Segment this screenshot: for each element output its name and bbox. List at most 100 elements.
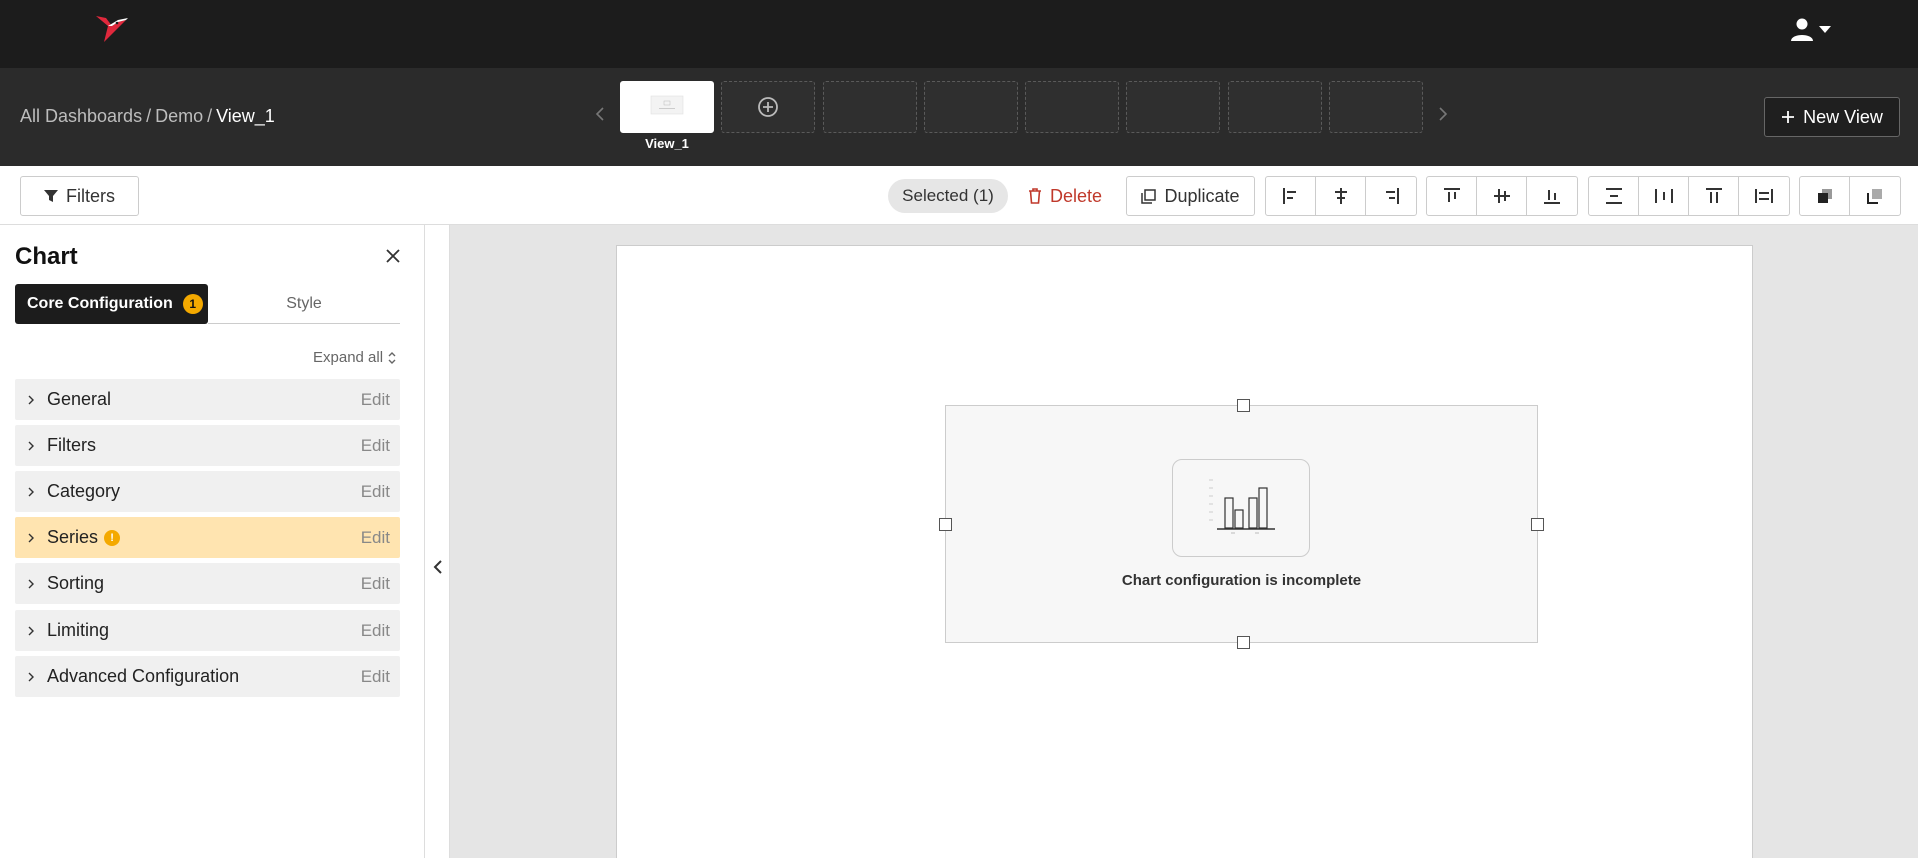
warning-icon: ! [104, 529, 121, 546]
bring-to-front-button[interactable] [1800, 177, 1850, 215]
chevron-right-icon [15, 578, 47, 590]
section-label: Sorting [47, 573, 105, 593]
section-edit-link[interactable]: Edit [361, 436, 390, 456]
section-advanced-configuration[interactable]: Advanced Configuration Edit [15, 656, 400, 697]
user-menu[interactable] [1790, 16, 1838, 42]
align-center-horizontal-button[interactable] [1316, 177, 1366, 215]
section-edit-link[interactable]: Edit [361, 390, 390, 410]
section-sorting[interactable]: Sorting Edit [15, 563, 400, 604]
section-label: Limiting [47, 620, 110, 640]
section-label: Series [47, 527, 99, 547]
duplicate-button[interactable]: Duplicate [1126, 176, 1255, 216]
chevron-up-down-icon [388, 351, 396, 364]
empty-view-slot[interactable] [1228, 81, 1322, 133]
view-preview-image [650, 95, 684, 115]
resize-handle-top[interactable] [1237, 399, 1250, 412]
close-panel-button[interactable] [382, 245, 404, 267]
section-category[interactable]: Category Edit [15, 471, 400, 512]
distribute-vertical-icon [1605, 188, 1622, 204]
close-icon [386, 249, 400, 263]
section-filters[interactable]: Filters Edit [15, 425, 400, 466]
align-right-button[interactable] [1366, 177, 1416, 215]
view-thumbnail-label: View_1 [645, 136, 689, 151]
plus-icon [1782, 111, 1795, 123]
resize-handle-left[interactable] [939, 518, 952, 531]
align-top-icon [1443, 188, 1460, 202]
section-limiting[interactable]: Limiting Edit [15, 610, 400, 651]
caret-down-icon [1819, 26, 1831, 33]
section-label: Category [47, 481, 121, 501]
align-center-horizontal-icon [1334, 188, 1347, 204]
section-series[interactable]: Series ! Edit [15, 517, 400, 558]
section-general[interactable]: General Edit [15, 379, 400, 420]
empty-view-slot[interactable] [1126, 81, 1220, 133]
chevron-right-icon [15, 671, 47, 683]
top-bar [0, 0, 1918, 68]
scroll-left-button[interactable] [590, 102, 610, 126]
align-bottom-button[interactable] [1527, 177, 1577, 215]
distribute-horizontal-spacing-button[interactable] [1639, 177, 1689, 215]
trash-icon [1029, 188, 1041, 204]
section-edit-link[interactable]: Edit [361, 574, 390, 594]
new-view-label: New View [1803, 106, 1883, 127]
breadcrumb-separator: / [207, 106, 213, 126]
funnel-icon [44, 190, 58, 202]
align-middle-vertical-button[interactable] [1477, 177, 1527, 215]
align-bottom-icon [1544, 190, 1560, 204]
add-view-thumbnail[interactable] [721, 81, 815, 133]
breadcrumb-demo[interactable]: Demo [155, 106, 203, 126]
chevron-right-icon [1439, 107, 1448, 121]
expand-all-button[interactable]: Expand all [313, 349, 397, 366]
breadcrumb-current: View_1 [216, 106, 275, 126]
scroll-right-button[interactable] [1433, 102, 1453, 126]
resize-handle-bottom[interactable] [1237, 636, 1250, 649]
panel-collapse-strip [425, 225, 450, 858]
view-thumbnail-active[interactable] [620, 81, 714, 133]
filters-button[interactable]: Filters [20, 176, 139, 216]
user-icon [1791, 18, 1813, 41]
breadcrumb-all-dashboards[interactable]: All Dashboards [20, 106, 142, 126]
tab-core-configuration[interactable]: Core Configuration 1 [15, 284, 208, 324]
chevron-left-icon [433, 560, 442, 574]
send-to-back-button[interactable] [1850, 177, 1900, 215]
delete-button[interactable]: Delete [1028, 179, 1102, 213]
new-view-button[interactable]: New View [1764, 97, 1900, 137]
panel-title: Chart [15, 243, 78, 270]
chevron-right-icon [15, 394, 47, 406]
empty-view-slot[interactable] [924, 81, 1018, 133]
hummingbird-logo-icon[interactable] [90, 12, 130, 48]
distribute-vertical-centers-button[interactable] [1689, 177, 1739, 215]
align-left-button[interactable] [1266, 177, 1316, 215]
distribute-horizontal-centers-button[interactable] [1739, 177, 1789, 215]
distribute-centers-horizontal-icon [1755, 189, 1773, 203]
distribute-horizontal-icon [1654, 189, 1673, 203]
filters-label: Filters [66, 185, 115, 206]
tab-style[interactable]: Style [208, 284, 400, 324]
empty-view-slot[interactable] [1025, 81, 1119, 133]
view-bar: All Dashboards / Demo / View_1 View_1 New Vi… [0, 68, 1918, 166]
section-edit-link[interactable]: Edit [361, 528, 390, 548]
chart-config-panel: Chart Core Configuration 1 Style Expand … [0, 225, 425, 858]
chevron-left-icon [595, 107, 604, 121]
plus-circle-icon [758, 97, 778, 117]
distribute-vertical-spacing-button[interactable] [1589, 177, 1639, 215]
section-edit-link[interactable]: Edit [361, 482, 390, 502]
empty-view-slot[interactable] [1329, 81, 1423, 133]
chart-incomplete-message: Chart configuration is incomplete [1121, 572, 1362, 589]
section-label: General [47, 389, 112, 409]
section-edit-link[interactable]: Edit [361, 667, 390, 687]
empty-view-slot[interactable] [823, 81, 917, 133]
collapse-panel-button[interactable] [429, 555, 447, 579]
layer-order-group [1799, 176, 1901, 216]
align-right-icon [1386, 188, 1399, 204]
horizontal-align-group [1265, 176, 1417, 216]
section-edit-link[interactable]: Edit [361, 621, 390, 641]
align-top-button[interactable] [1427, 177, 1477, 215]
bar-chart-icon [1209, 479, 1275, 534]
section-label: Advanced Configuration [47, 666, 240, 686]
resize-handle-right[interactable] [1531, 518, 1544, 531]
breadcrumb-separator: / [146, 106, 152, 126]
chart-placeholder [1172, 459, 1310, 557]
duplicate-label: Duplicate [1164, 185, 1240, 206]
breadcrumb: All Dashboards / Demo / View_1 [20, 106, 275, 127]
